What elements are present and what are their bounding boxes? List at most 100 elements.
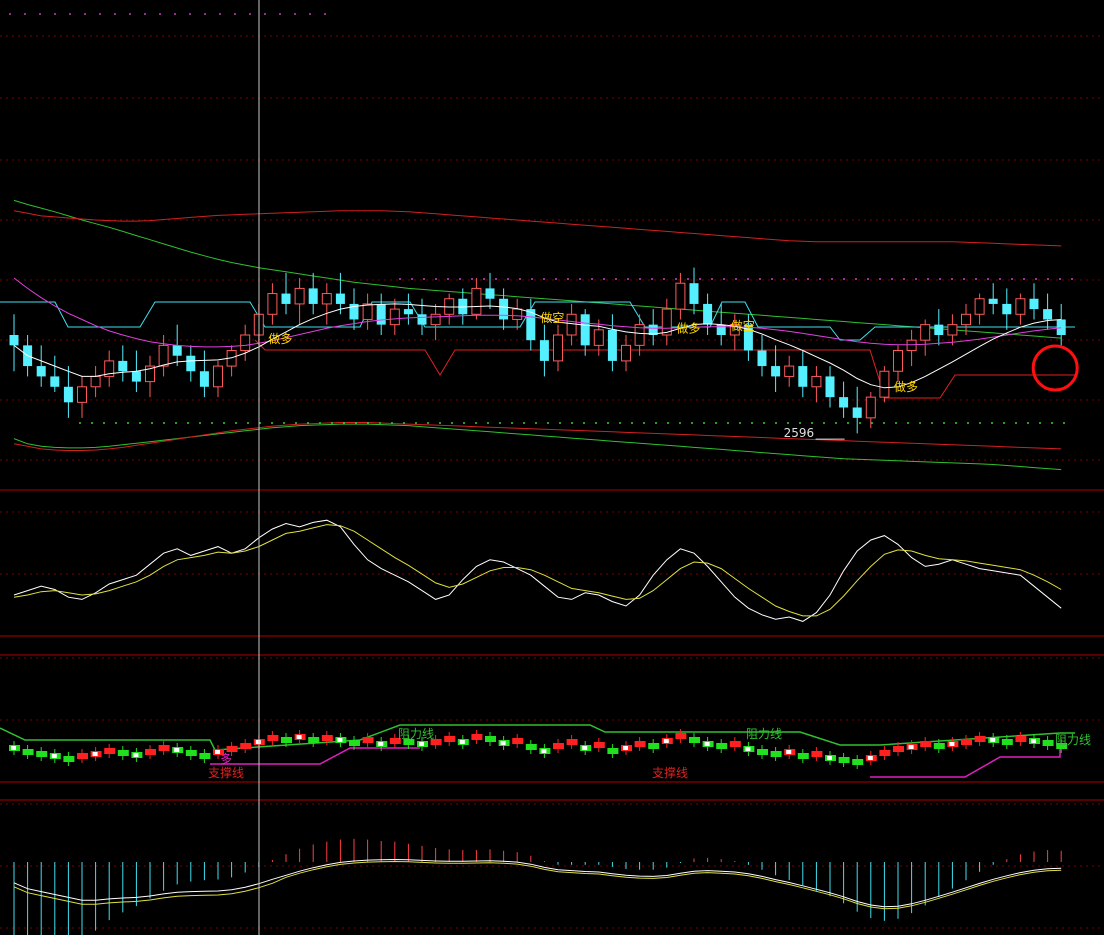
dot-resistance (939, 278, 941, 280)
sr-block (1042, 740, 1054, 746)
candle-body-down (757, 350, 767, 367)
macd-dif-line (13, 858, 1062, 908)
dot-resistance (807, 278, 809, 280)
sr-marker (704, 742, 710, 746)
dot-resistance (411, 278, 413, 280)
candle-body-up (389, 308, 400, 326)
dot-support (487, 422, 489, 424)
sr-block (566, 739, 578, 745)
candle-body-down (403, 309, 413, 315)
dot-resistance (471, 278, 473, 280)
dot-marker (324, 13, 326, 15)
dot-support (967, 422, 969, 424)
dot-support (427, 422, 429, 424)
dot-support (991, 422, 993, 424)
sr-block (1015, 736, 1027, 742)
dot-resistance (987, 278, 989, 280)
chart-canvas: 做多做空做多 做空做多2596 支撑线多阻力线 阻力线支撑线阻力线 (0, 0, 1104, 935)
dot-resistance (543, 278, 545, 280)
dot-support (163, 422, 165, 424)
candle-body-down (798, 366, 808, 387)
dot-support (847, 422, 849, 424)
dot-support (751, 422, 753, 424)
sr-block (974, 736, 986, 742)
candle-body-up (811, 375, 822, 388)
dot-marker (234, 13, 236, 15)
dot-marker (84, 13, 86, 15)
signal-label: 做多 (268, 331, 292, 346)
dot-support (331, 422, 333, 424)
candle-body-up (906, 339, 917, 352)
dot-resistance (783, 278, 785, 280)
resistance-label: 阻力线 (746, 727, 782, 741)
sr-block (77, 753, 88, 759)
candle-body-down (131, 371, 141, 382)
sr-marker (949, 742, 955, 746)
dot-support (727, 422, 729, 424)
dot-resistance (879, 278, 881, 280)
kdj-line-yellow (13, 524, 1062, 617)
dot-marker (264, 13, 266, 15)
dot-marker (24, 13, 26, 15)
candle-body-down (839, 397, 849, 408)
dot-resistance (927, 278, 929, 280)
sr-block (321, 735, 333, 741)
sr-marker (255, 740, 261, 744)
sr-block (770, 751, 782, 757)
dot-support (151, 422, 153, 424)
sr-marker (419, 742, 424, 746)
dot-marker (69, 13, 71, 15)
dot-resistance (1047, 278, 1049, 280)
sr-block (933, 743, 945, 749)
dot-support (271, 422, 273, 424)
dot-support (691, 422, 693, 424)
dot-resistance (675, 278, 677, 280)
grid-lines (0, 13, 1104, 929)
sr-block (1001, 739, 1013, 745)
dot-marker (309, 13, 311, 15)
candle-body-up (920, 324, 931, 341)
dot-support (787, 422, 789, 424)
sr-block (920, 741, 932, 747)
ma-green-lower (13, 423, 1062, 471)
sr-block (757, 749, 768, 755)
candle-body-up (267, 293, 278, 315)
dot-resistance (459, 278, 461, 280)
dot-marker (99, 13, 101, 15)
candle-body-down (825, 376, 835, 398)
candle-body-up (213, 365, 223, 388)
dot-resistance (867, 278, 869, 280)
dot-resistance (495, 278, 497, 280)
candle-body-down (36, 366, 46, 377)
sr-block (199, 753, 211, 759)
stop-line-red (254, 339, 1075, 399)
sr-block (145, 749, 156, 755)
candle-body-down (485, 288, 495, 299)
dot-support (211, 422, 213, 424)
candle-body-down (1002, 303, 1012, 315)
dot-support (883, 422, 885, 424)
dot-support (631, 422, 633, 424)
dot-support (475, 422, 477, 424)
dot-resistance (447, 278, 449, 280)
signal-label: 做空 (540, 310, 564, 325)
sr-block (22, 749, 34, 755)
dot-support (715, 422, 717, 424)
dot-marker (39, 13, 41, 15)
dot-support (187, 422, 189, 424)
dot-marker (129, 13, 131, 15)
sr-marker (908, 745, 914, 749)
dot-resistance (843, 278, 845, 280)
dot-support (643, 422, 645, 424)
candle-body-down (63, 386, 73, 403)
sr-marker (582, 746, 588, 750)
dot-support (655, 422, 657, 424)
sr-marker (990, 738, 996, 742)
dot-support (223, 422, 225, 424)
dot-marker (249, 13, 251, 15)
candle-body-up (90, 375, 101, 388)
ma-magenta (13, 277, 1062, 348)
sr-block (63, 756, 75, 762)
sr-marker (92, 752, 98, 756)
dot-support (607, 422, 609, 424)
